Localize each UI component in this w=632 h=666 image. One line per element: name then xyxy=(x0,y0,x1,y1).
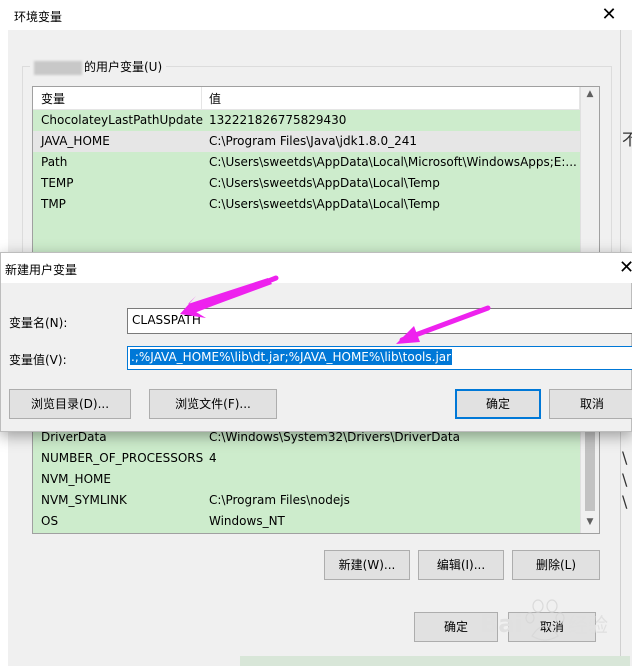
variable-value-label: 变量值(V): xyxy=(9,353,67,367)
table-row[interactable]: TEMP C:\Users\sweetds\AppData\Local\Temp xyxy=(33,173,581,194)
dialog-titlebar: 新建用户变量 ✕ xyxy=(1,253,632,283)
system-delete-button[interactable]: 删除(L) xyxy=(512,550,600,580)
browse-directory-button[interactable]: 浏览目录(D)... xyxy=(9,389,131,419)
variable-name: DriverData xyxy=(41,430,107,444)
variable-value: Windows_NT xyxy=(209,514,285,528)
vertical-scrollbar[interactable]: ▲ xyxy=(580,87,599,261)
table-row[interactable]: ChocolateyLastPathUpdate 132221826775829… xyxy=(33,110,581,131)
variable-name: NVM_SYMLINK xyxy=(41,493,127,507)
scroll-down-icon[interactable]: ▼ xyxy=(581,517,599,527)
variable-name: OS xyxy=(41,514,59,528)
variable-value: C:\Windows\System32\Drivers\DriverData xyxy=(209,430,460,444)
variable-name: NVM_HOME xyxy=(41,472,111,486)
ok-button[interactable]: 确定 xyxy=(414,612,498,642)
close-icon[interactable]: ✕ xyxy=(619,257,632,279)
dialog-title: 新建用户变量 xyxy=(5,263,78,277)
table-row[interactable]: TMP C:\Users\sweetds\AppData\Local\Temp xyxy=(33,194,581,215)
table-row[interactable]: OS Windows_NT xyxy=(33,511,581,532)
system-variables-list[interactable]: DriverData C:\Windows\System32\Drivers\D… xyxy=(32,420,600,534)
table-row[interactable]: JAVA_HOME C:\Program Files\Java\jdk1.8.0… xyxy=(33,131,581,152)
window-titlebar: 环境变量 ✕ xyxy=(0,0,632,30)
dialog-cancel-button[interactable]: 取消 xyxy=(549,389,632,419)
background-glyph: \ xyxy=(622,470,628,489)
variable-value: C:\Users\sweetds\AppData\Local\Temp xyxy=(209,176,440,190)
column-header-variable[interactable]: 变量 xyxy=(41,90,65,107)
variable-name-label: 变量名(N): xyxy=(9,316,68,330)
table-row[interactable]: Path C:\Users\sweetds\AppData\Local\Micr… xyxy=(33,152,581,173)
variable-name: NUMBER_OF_PROCESSORS xyxy=(41,451,204,465)
background-glyph: 不 xyxy=(622,130,632,149)
new-user-variable-dialog: 新建用户变量 ✕ 变量名(N): CLASSPATH 变量值(V): .;%JA… xyxy=(0,252,632,432)
scroll-up-icon[interactable]: ▲ xyxy=(581,89,599,99)
column-divider[interactable] xyxy=(201,87,202,109)
table-row[interactable]: NVM_HOME xyxy=(33,469,581,490)
variable-name: JAVA_HOME xyxy=(41,134,110,148)
user-variables-group-text: 的用户变量(U) xyxy=(84,60,163,74)
redacted-username xyxy=(34,60,82,75)
variable-value: C:\Users\sweetds\AppData\Local\Microsoft… xyxy=(209,155,577,169)
variable-value: C:\Program Files\nodejs xyxy=(209,493,350,507)
variable-value: C:\Users\sweetds\AppData\Local\Temp xyxy=(209,197,440,211)
background-glyph: \ xyxy=(622,448,628,467)
browse-file-button[interactable]: 浏览文件(F)... xyxy=(149,389,277,419)
dialog-ok-button[interactable]: 确定 xyxy=(455,389,541,419)
system-new-button[interactable]: 新建(W)... xyxy=(324,550,410,580)
variable-name: Path xyxy=(41,155,68,169)
table-row[interactable]: NUMBER_OF_PROCESSORS 4 xyxy=(33,448,581,469)
table-row[interactable]: NVM_SYMLINK C:\Program Files\nodejs xyxy=(33,490,581,511)
background-taskbar-strip xyxy=(240,656,630,666)
user-variables-group-label: 的用户变量(U) xyxy=(30,58,167,75)
variable-name: TEMP xyxy=(41,176,74,190)
system-edit-button[interactable]: 编辑(I)... xyxy=(418,550,504,580)
variable-value: 132221826775829430 xyxy=(209,113,347,127)
variable-name: TMP xyxy=(41,197,66,211)
variable-name: ChocolateyLastPathUpdate xyxy=(41,113,203,127)
user-variables-list[interactable]: 变量 值 ChocolateyLastPathUpdate 1322218267… xyxy=(32,86,600,262)
column-header-value[interactable]: 值 xyxy=(209,90,221,107)
variable-name-input[interactable]: CLASSPATH xyxy=(127,308,632,334)
vertical-scrollbar[interactable]: ▼ xyxy=(580,421,599,533)
variable-value: 4 xyxy=(209,451,217,465)
background-glyph: \ xyxy=(622,492,628,511)
scrollbar-thumb[interactable] xyxy=(585,423,595,511)
variable-value: C:\Program Files\Java\jdk1.8.0_241 xyxy=(209,134,418,148)
selected-value-text: .;%JAVA_HOME%\lib\dt.jar;%JAVA_HOME%\lib… xyxy=(130,349,453,365)
variable-value-input[interactable]: .;%JAVA_HOME%\lib\dt.jar;%JAVA_HOME%\lib… xyxy=(127,346,632,370)
close-icon[interactable]: ✕ xyxy=(598,4,620,26)
cancel-button[interactable]: 取消 xyxy=(508,612,596,642)
list-header: 变量 值 xyxy=(33,87,581,110)
window-title: 环境变量 xyxy=(14,10,63,24)
